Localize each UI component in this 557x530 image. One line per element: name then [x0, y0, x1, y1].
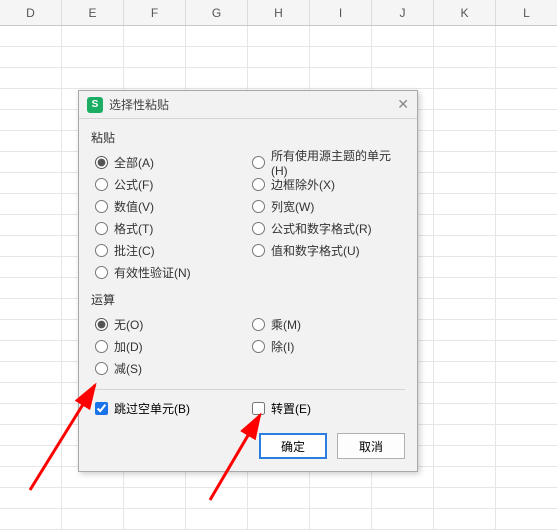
radio-op-none[interactable] [95, 318, 108, 331]
ok-button[interactable]: 确定 [259, 433, 327, 459]
dialog-titlebar[interactable]: S 选择性粘贴 ✕ [79, 91, 417, 119]
radio-paste-formula[interactable] [95, 178, 108, 191]
radio-op-add[interactable] [95, 340, 108, 353]
paste-section-label: 粘贴 [91, 129, 405, 146]
col-header[interactable]: J [372, 0, 434, 25]
col-header[interactable]: I [310, 0, 372, 25]
radio-op-sub[interactable] [95, 362, 108, 375]
close-icon[interactable]: ✕ [397, 96, 409, 113]
radio-label: 公式(F) [114, 176, 153, 193]
col-header[interactable]: G [186, 0, 248, 25]
op-options-right: 乘(M) 除(I) [248, 313, 405, 379]
radio-op-div[interactable] [252, 340, 265, 353]
checkbox-label: 跳过空单元(B) [114, 400, 190, 417]
radio-label: 格式(T) [114, 220, 153, 237]
col-header[interactable]: D [0, 0, 62, 25]
radio-label: 乘(M) [271, 316, 301, 333]
radio-label: 加(D) [114, 338, 143, 355]
radio-label: 列宽(W) [271, 198, 314, 215]
dialog-title: 选择性粘贴 [109, 96, 169, 113]
radio-label: 除(I) [271, 338, 294, 355]
radio-paste-colwidth[interactable] [252, 200, 265, 213]
radio-paste-format[interactable] [95, 222, 108, 235]
paste-options-left: 全部(A) 公式(F) 数值(V) 格式(T) 批注(C) 有效性验证(N) [91, 151, 248, 283]
radio-label: 减(S) [114, 360, 142, 377]
radio-label: 所有使用源主题的单元(H) [271, 147, 405, 178]
radio-op-mul[interactable] [252, 318, 265, 331]
col-header[interactable]: H [248, 0, 310, 25]
radio-label: 全部(A) [114, 154, 154, 171]
radio-paste-all[interactable] [95, 156, 108, 169]
radio-paste-formula-numfmt[interactable] [252, 222, 265, 235]
paste-special-dialog: S 选择性粘贴 ✕ 粘贴 全部(A) 公式(F) 数值(V) 格式(T) 批注(… [78, 90, 418, 472]
col-header[interactable]: E [62, 0, 124, 25]
radio-paste-validation[interactable] [95, 266, 108, 279]
radio-label: 公式和数字格式(R) [271, 220, 372, 237]
cancel-button[interactable]: 取消 [337, 433, 405, 459]
app-icon: S [87, 97, 103, 113]
radio-paste-value-numfmt[interactable] [252, 244, 265, 257]
col-header[interactable]: F [124, 0, 186, 25]
column-headers: D E F G H I J K L [0, 0, 557, 26]
radio-label: 批注(C) [114, 242, 155, 259]
radio-label: 边框除外(X) [271, 176, 335, 193]
operation-section-label: 运算 [91, 291, 405, 308]
radio-paste-value[interactable] [95, 200, 108, 213]
radio-label: 值和数字格式(U) [271, 242, 360, 259]
radio-label: 无(O) [114, 316, 143, 333]
col-header[interactable]: K [434, 0, 496, 25]
radio-label: 数值(V) [114, 198, 154, 215]
radio-paste-comment[interactable] [95, 244, 108, 257]
checkbox-label: 转置(E) [271, 400, 311, 417]
op-options-left: 无(O) 加(D) 减(S) [91, 313, 248, 379]
col-header[interactable]: L [496, 0, 557, 25]
checkbox-transpose[interactable] [252, 402, 265, 415]
radio-paste-theme[interactable] [252, 156, 265, 169]
radio-label: 有效性验证(N) [114, 264, 191, 281]
checkbox-skip-blanks[interactable] [95, 402, 108, 415]
radio-paste-noborder[interactable] [252, 178, 265, 191]
paste-options-right: 所有使用源主题的单元(H) 边框除外(X) 列宽(W) 公式和数字格式(R) 值… [248, 151, 405, 283]
